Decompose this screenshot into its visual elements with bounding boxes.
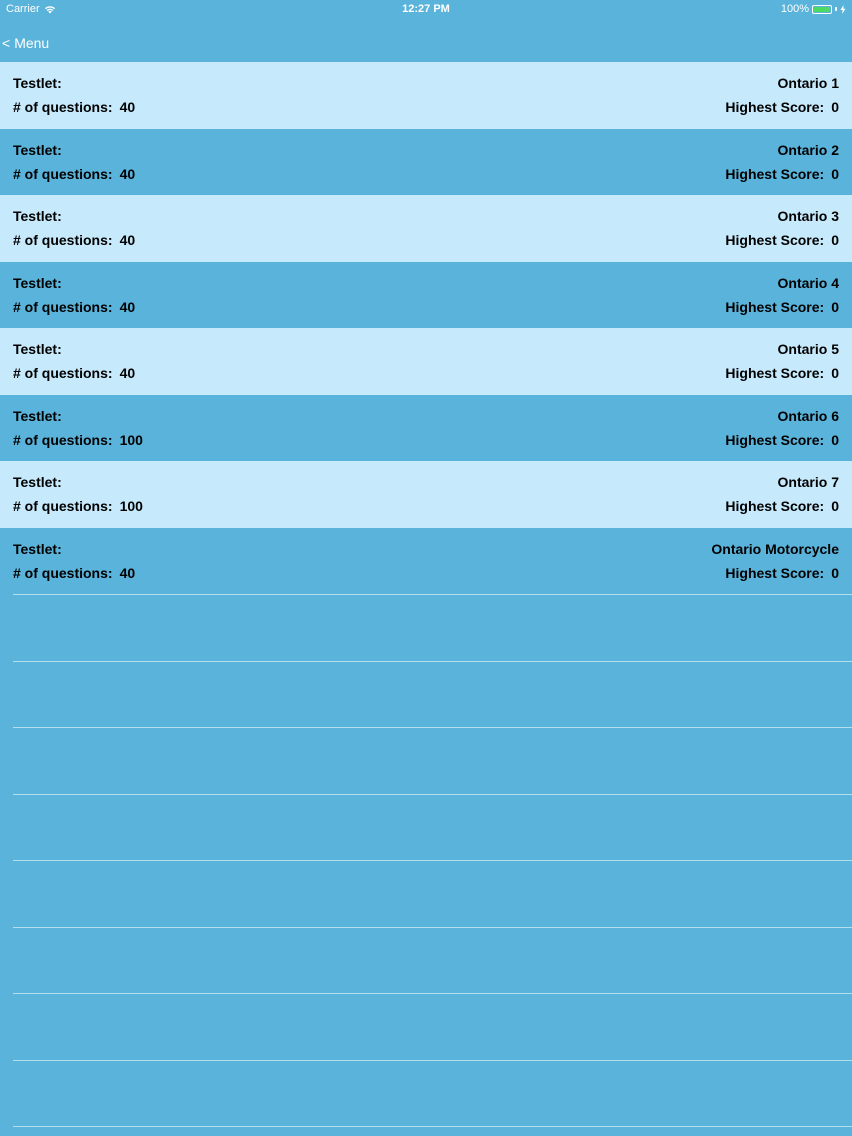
question-count: # of questions: 40 [13,99,135,115]
testlet-name: Ontario 7 [777,474,839,490]
question-count-label: # of questions: [13,498,113,514]
highest-score-label: Highest Score: [725,165,825,182]
testlet-row[interactable]: Testlet: Ontario 3 # of questions: 40 Highes… [0,195,852,262]
highest-score-value: 0 [831,365,839,381]
back-menu-button[interactable]: < Menu [2,35,49,51]
highest-score-value: 0 [831,564,839,581]
testlet-name: Ontario 3 [777,208,839,224]
testlet-list: Testlet: Ontario 1 # of questions: 40 Highes… [0,62,852,594]
highest-score: Highest Score: 0 [725,232,839,248]
testlet-row[interactable]: Testlet: Ontario 6 # of questions: 100 Highe… [0,394,852,461]
highest-score-label: Highest Score: [725,232,825,248]
testlet-label: Testlet: [13,208,62,224]
testlet-label: Testlet: [13,274,62,291]
question-count-value: 40 [119,232,136,248]
highest-score-label: Highest Score: [725,498,825,514]
question-count-value: 40 [119,298,136,315]
highest-score: Highest Score: 0 [725,99,839,115]
battery-tip [835,7,837,11]
question-count: # of questions: 100 [13,498,143,514]
empty-cell-separator [13,927,852,928]
question-count-label: # of questions: [13,431,113,448]
highest-score: Highest Score: 0 [725,565,839,581]
highest-score-value: 0 [831,498,839,514]
battery-icon [812,4,832,14]
testlet-label: Testlet: [13,407,62,424]
empty-cell-separator [13,1126,852,1127]
highest-score-label: Highest Score: [725,99,825,115]
testlet-row[interactable]: Testlet: Ontario Motorcycle # of questions… [0,527,852,594]
highest-score: Highest Score: 0 [725,299,839,315]
highest-score-value: 0 [831,431,839,448]
question-count-label: # of questions: [13,165,113,182]
highest-score-label: Highest Score: [725,431,825,448]
testlet-name: Ontario 4 [777,274,839,291]
battery-indicator: 100% [781,3,846,15]
testlet-name: Ontario 5 [777,341,839,357]
testlet-name: Ontario 2 [777,141,839,158]
testlet-label: Testlet: [13,341,62,357]
question-count-label: # of questions: [13,564,113,581]
battery-percent: 100% [780,3,809,15]
navigation-bar: < Menu [0,18,852,62]
question-count: # of questions: 40 [13,232,135,248]
question-count: # of questions: 40 [13,166,135,182]
highest-score: Highest Score: 0 [725,498,839,514]
highest-score-value: 0 [831,232,839,248]
highest-score-label: Highest Score: [725,365,825,381]
testlet-label: Testlet: [13,141,62,158]
charging-bolt-icon [840,4,846,14]
question-count: # of questions: 40 [13,365,135,381]
question-count-value: 40 [119,365,136,381]
highest-score: Highest Score: 0 [725,166,839,182]
testlet-label: Testlet: [13,474,62,490]
question-count: # of questions: 40 [13,565,135,581]
empty-cell-separator [13,1060,852,1061]
empty-cell-separator [13,727,852,728]
highest-score-value: 0 [831,165,839,182]
highest-score-label: Highest Score: [725,564,825,581]
testlet-row[interactable]: Testlet: Ontario 7 # of questions: 100 Highe… [0,461,852,528]
testlet-name: Ontario 6 [777,407,839,424]
question-count: # of questions: 40 [13,299,135,315]
empty-cell-separator [13,993,852,994]
question-count-label: # of questions: [13,365,113,381]
question-count-value: 100 [119,498,143,514]
back-button-label: Menu [14,35,50,51]
testlet-name: Ontario 1 [777,75,839,91]
testlet-label: Testlet: [13,540,62,557]
testlet-row[interactable]: Testlet: Ontario 2 # of questions: 40 Highes… [0,128,852,195]
question-count-value: 40 [119,564,136,581]
question-count: # of questions: 100 [13,432,143,448]
question-count-value: 100 [119,431,143,448]
empty-cell-separator [13,794,852,795]
back-chevron-icon: < [2,35,11,51]
highest-score: Highest Score: 0 [725,365,839,381]
empty-cell-separator [13,594,852,595]
question-count-label: # of questions: [13,232,113,248]
status-bar: Carrier 12:27 PM 100% [0,0,852,18]
highest-score-value: 0 [831,99,839,115]
testlet-row[interactable]: Testlet: Ontario 5 # of questions: 40 Highes… [0,328,852,395]
highest-score-label: Highest Score: [725,298,825,315]
highest-score: Highest Score: 0 [725,432,839,448]
question-count-value: 40 [119,99,136,115]
empty-cell-separator [13,661,852,662]
question-count-label: # of questions: [13,99,113,115]
testlet-row[interactable]: Testlet: Ontario 1 # of questions: 40 Highes… [0,62,852,129]
empty-cell-separator [13,860,852,861]
question-count-label: # of questions: [13,298,113,315]
question-count-value: 40 [119,165,136,182]
testlet-row[interactable]: Testlet: Ontario 4 # of questions: 40 Highes… [0,261,852,328]
testlet-name: Ontario Motorcycle [711,540,839,557]
highest-score-value: 0 [831,298,839,315]
status-time: 12:27 PM [402,3,450,15]
testlet-label: Testlet: [13,75,62,91]
